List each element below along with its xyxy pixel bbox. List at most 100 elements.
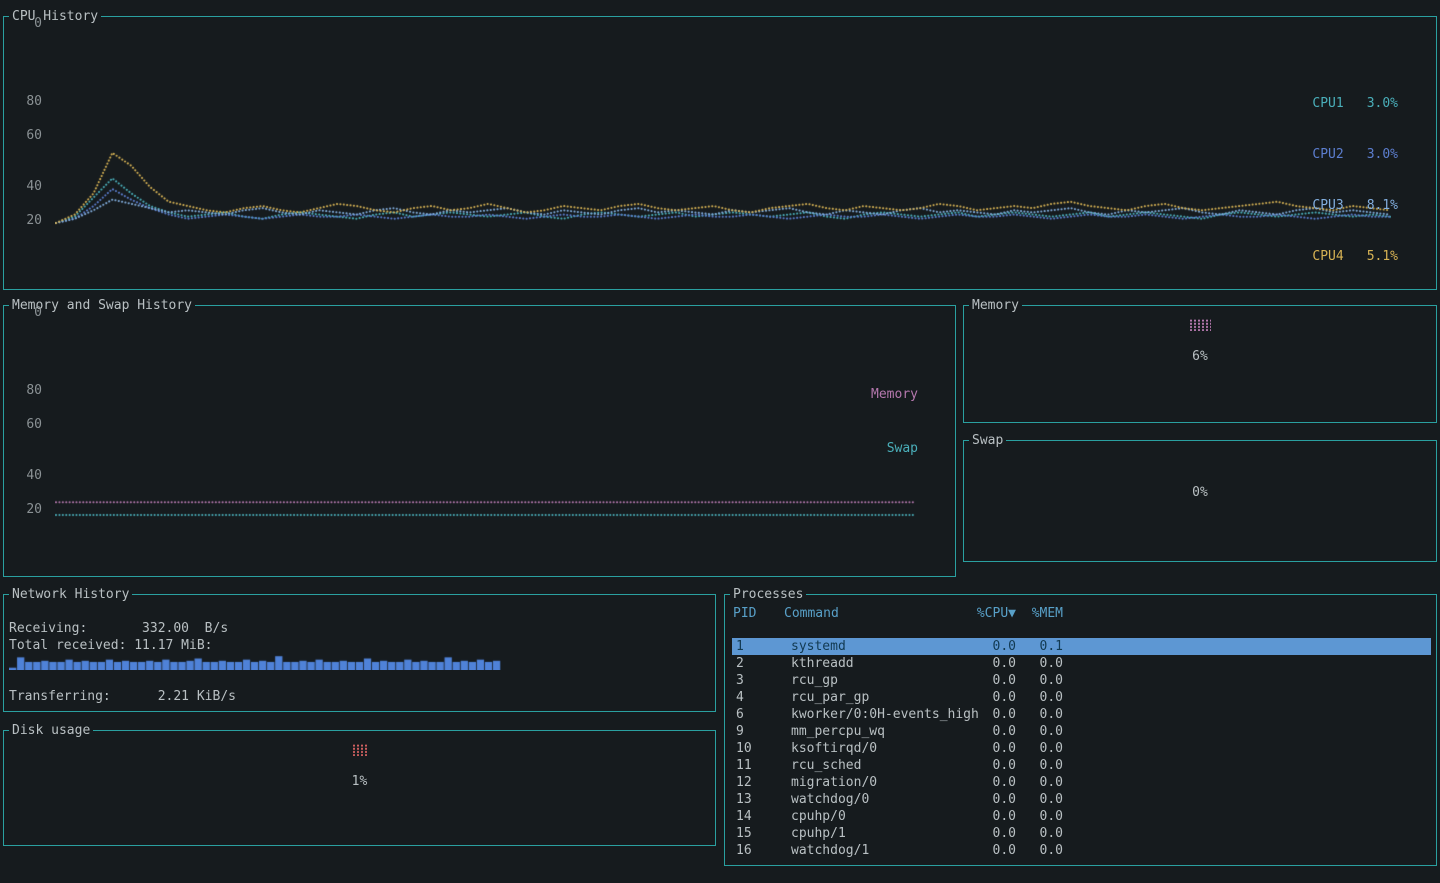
cell-pid: 4 xyxy=(736,689,744,706)
cell-cpu: 0.0 xyxy=(964,791,1016,808)
swap-gauge-panel: Swap 0% xyxy=(963,440,1437,562)
cell-pid: 2 xyxy=(736,655,744,672)
y-axis-tick: 20 xyxy=(16,503,42,516)
transferring-line: Transferring: 2.21 KiB/s xyxy=(9,690,236,704)
table-row[interactable]: 1systemd0.00.1 xyxy=(732,638,1431,655)
table-row[interactable]: 14 cpuhp/0 0.00.0 xyxy=(732,808,1431,825)
column-header-mem[interactable]: %MEM xyxy=(1013,605,1063,622)
cell-command: watchdog/0 xyxy=(791,791,869,808)
cell-command: ksoftirqd/0 xyxy=(791,740,877,757)
cell-cpu: 0.0 xyxy=(964,808,1016,825)
cell-command: cpuhp/1 xyxy=(791,825,846,842)
legend-row: CPU38.1% xyxy=(1312,197,1398,214)
table-row[interactable]: 3 rcu_gp 0.00.0 xyxy=(732,672,1431,689)
cell-mem: 0.0 xyxy=(1013,740,1063,757)
panel-title: Disk usage xyxy=(9,723,93,738)
cell-mem: 0.0 xyxy=(1013,808,1063,825)
y-axis-tick: 60 xyxy=(16,129,42,142)
table-row[interactable]: 2 kthreadd 0.00.0 xyxy=(732,655,1431,672)
cell-mem: 0.1 xyxy=(1013,638,1063,655)
table-row[interactable]: 16watchdog/10.00.0 xyxy=(732,842,1431,859)
cell-pid: 6 xyxy=(736,706,744,723)
column-header-pid[interactable]: PID xyxy=(733,605,756,622)
cell-command: rcu_par_gp xyxy=(791,689,869,706)
cell-pid: 13 xyxy=(736,791,752,808)
memory-gauge-panel: Memory 6% xyxy=(963,305,1437,423)
cell-pid: 12 xyxy=(736,774,752,791)
panel-title: Processes xyxy=(730,587,806,602)
process-rows: 1systemd0.00.12kthreadd0.00.03rcu_gp0.00… xyxy=(732,638,1431,859)
network-history-panel: Network History Receiving: 332.00 B/s To… xyxy=(3,594,716,712)
y-axis-tick: 0 xyxy=(16,17,42,30)
cell-mem: 0.0 xyxy=(1013,774,1063,791)
cell-mem: 0.0 xyxy=(1013,655,1063,672)
table-row[interactable]: 4rcu_par_gp0.00.0 xyxy=(732,689,1431,706)
cell-mem: 0.0 xyxy=(1013,723,1063,740)
cell-command: rcu_sched xyxy=(791,757,861,774)
panel-title: Network History xyxy=(9,587,132,602)
cell-pid: 3 xyxy=(736,672,744,689)
table-row[interactable]: 13 watchdog/0 0.00.0 xyxy=(732,791,1431,808)
cell-cpu: 0.0 xyxy=(964,689,1016,706)
cell-command: systemd xyxy=(791,638,846,655)
y-axis-tick: 40 xyxy=(16,469,42,482)
cell-pid: 16 xyxy=(736,842,752,859)
cpu-legend: CPU13.0% CPU23.0% CPU38.1% CPU45.1% xyxy=(1312,61,1398,299)
cell-command: mm_percpu_wq xyxy=(791,723,885,740)
cpu-history-panel: CPU History 80 60 40 20 0 CPU13.0% CPU23… xyxy=(3,16,1437,290)
y-axis-tick: 60 xyxy=(16,418,42,431)
process-table-header: PID Command %CPU▼ %MEM xyxy=(732,605,1431,622)
cell-mem: 0.0 xyxy=(1013,672,1063,689)
table-row[interactable]: 15 cpuhp/1 0.00.0 xyxy=(732,825,1431,842)
cell-cpu: 0.0 xyxy=(964,774,1016,791)
table-row[interactable]: 11 rcu_sched 0.00.0 xyxy=(732,757,1431,774)
receiving-line: Receiving: 332.00 B/s xyxy=(9,622,228,636)
memory-swap-history-panel: Memory and Swap History 80 60 40 20 0 Me… xyxy=(3,305,956,577)
cell-cpu: 0.0 xyxy=(964,655,1016,672)
cell-cpu: 0.0 xyxy=(964,825,1016,842)
cell-pid: 10 xyxy=(736,740,752,757)
cell-command: watchdog/1 xyxy=(791,842,869,859)
network-sparkline xyxy=(9,654,501,670)
panel-title: Swap xyxy=(969,433,1006,448)
cell-mem: 0.0 xyxy=(1013,825,1063,842)
memory-gauge-dots xyxy=(1189,319,1211,331)
y-axis-tick: 80 xyxy=(16,95,42,108)
cell-pid: 15 xyxy=(736,825,752,842)
panel-title: Memory xyxy=(969,298,1022,313)
legend-row: CPU45.1% xyxy=(1312,248,1398,265)
cell-cpu: 0.0 xyxy=(964,723,1016,740)
legend-row: Swap xyxy=(871,440,918,458)
cell-pid: 11 xyxy=(736,757,752,774)
disk-gauge-dots xyxy=(352,744,368,756)
table-row[interactable]: 9 mm_percpu_wq 0.00.0 xyxy=(732,723,1431,740)
column-header-command[interactable]: Command xyxy=(784,605,839,622)
cell-pid: 14 xyxy=(736,808,752,825)
table-row[interactable]: 12 migration/0 0.00.0 xyxy=(732,774,1431,791)
cell-pid: 9 xyxy=(736,723,744,740)
table-row[interactable]: 10 ksoftirqd/0 0.00.0 xyxy=(732,740,1431,757)
cell-cpu: 0.0 xyxy=(964,757,1016,774)
swap-percent: 0% xyxy=(964,486,1436,500)
disk-usage-panel: Disk usage 1% xyxy=(3,730,716,846)
y-axis-tick: 0 xyxy=(16,306,42,319)
y-axis-tick: 40 xyxy=(16,180,42,193)
cell-command: cpuhp/0 xyxy=(791,808,846,825)
column-header-cpu[interactable]: %CPU▼ xyxy=(964,605,1016,622)
total-received-line: Total received: 11.17 MiB: xyxy=(9,639,213,653)
legend-row: CPU23.0% xyxy=(1312,146,1398,163)
cpu-history-chart xyxy=(55,37,1391,229)
cell-cpu: 0.0 xyxy=(964,672,1016,689)
cell-cpu: 0.0 xyxy=(964,706,1016,723)
cell-mem: 0.0 xyxy=(1013,757,1063,774)
cell-command: migration/0 xyxy=(791,774,877,791)
cell-pid: 1 xyxy=(736,638,744,655)
cell-cpu: 0.0 xyxy=(964,842,1016,859)
table-row[interactable]: 6kworker/0:0H-events_high0.00.0 xyxy=(732,706,1431,723)
y-axis-tick: 20 xyxy=(16,214,42,227)
cell-command: kthreadd xyxy=(791,655,854,672)
cell-mem: 0.0 xyxy=(1013,791,1063,808)
cell-command: rcu_gp xyxy=(791,672,838,689)
cell-cpu: 0.0 xyxy=(964,740,1016,757)
memory-swap-legend: Memory Swap xyxy=(871,350,918,494)
